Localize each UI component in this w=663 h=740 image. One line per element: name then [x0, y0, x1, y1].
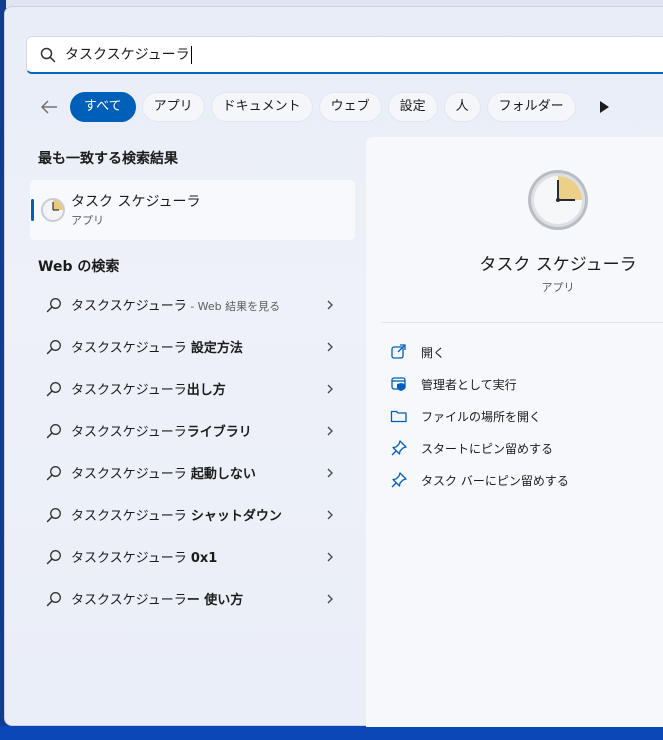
back-arrow-icon — [41, 100, 57, 114]
divider — [381, 322, 663, 323]
best-match-app-name: タスク スケジューラ — [71, 194, 201, 210]
filter-folders[interactable]: フォルダー — [486, 92, 576, 122]
web-suggestion[interactable]: タスクスケジューラー 使い方 — [30, 578, 355, 620]
web-suggestion[interactable]: タスクスケジューラ 起動しない — [30, 452, 355, 494]
web-suggestion-label: タスクスケジューラライブラリ — [71, 425, 252, 440]
best-match-heading: 最も一致する検索結果 — [38, 151, 178, 167]
app-detail-pane: タスク スケジューラ アプリ 開く 管理者として実行 ファイルの場所を開く スタ… — [366, 137, 663, 727]
action-label: タスク バーにピン留めする — [421, 474, 569, 488]
detail-app-type: アプリ — [541, 281, 575, 294]
more-filters-button[interactable] — [592, 92, 616, 122]
web-suggestion[interactable]: タスクスケジューラ出し方 — [30, 368, 355, 410]
action-label: 開く — [421, 346, 446, 360]
best-match-result[interactable]: タスク スケジューラ アプリ — [30, 180, 355, 240]
filter-documents[interactable]: ドキュメント — [210, 92, 313, 122]
chevron-right-icon — [325, 339, 335, 355]
task-scheduler-icon — [40, 197, 66, 223]
folder-icon — [390, 407, 408, 425]
web-suggestion-label: タスクスケジューラ 起動しない — [71, 467, 256, 482]
web-suggestion[interactable]: タスクスケジューラ - Web 結果を見る — [30, 284, 355, 326]
chevron-right-icon — [325, 465, 335, 481]
filter-web[interactable]: ウェブ — [318, 92, 382, 122]
web-search-heading: Web の検索 — [38, 259, 120, 275]
chevron-right-icon — [325, 507, 335, 523]
play-icon — [599, 101, 609, 113]
chevron-right-icon — [325, 381, 335, 397]
search-icon — [46, 465, 62, 481]
pin-icon — [390, 439, 408, 457]
back-button[interactable] — [34, 92, 64, 122]
action-label: スタートにピン留めする — [421, 442, 554, 456]
web-suggestion-label: タスクスケジューラ シャットダウン — [71, 509, 282, 524]
search-icon — [46, 339, 62, 355]
search-icon — [46, 423, 62, 439]
chevron-right-icon — [325, 297, 335, 313]
chevron-right-icon — [325, 423, 335, 439]
chevron-right-icon — [325, 591, 335, 607]
web-suggestion-label: タスクスケジューラ出し方 — [71, 383, 226, 398]
task-scheduler-large-icon — [526, 168, 590, 232]
web-search-list: タスクスケジューラ - Web 結果を見る タスクスケジューラ 設定方法 タスク… — [30, 284, 355, 620]
search-icon — [46, 507, 62, 523]
web-suggestion-label: タスクスケジューラ - Web 結果を見る — [71, 299, 281, 314]
open-icon — [390, 343, 408, 361]
filter-bar: すべて アプリ ドキュメント ウェブ 設定 人 フォルダー — [34, 91, 616, 123]
search-icon — [46, 591, 62, 607]
action-label: 管理者として実行 — [421, 378, 517, 392]
selection-indicator — [31, 199, 34, 221]
taskbar-edge — [0, 726, 663, 740]
search-box[interactable]: タスクスケジューラ — [26, 36, 663, 74]
web-suggestion-label: タスクスケジューラ 設定方法 — [71, 341, 243, 356]
web-suggestion[interactable]: タスクスケジューラライブラリ — [30, 410, 355, 452]
run-as-admin-icon — [390, 375, 408, 393]
filter-apps[interactable]: アプリ — [141, 92, 205, 122]
search-icon — [46, 381, 62, 397]
filter-people[interactable]: 人 — [443, 92, 481, 122]
action-label: ファイルの場所を開く — [421, 410, 542, 424]
search-icon — [40, 47, 56, 63]
pin-icon — [390, 471, 408, 489]
text-caret — [190, 46, 192, 64]
chevron-right-icon — [325, 549, 335, 565]
search-icon — [46, 549, 62, 565]
web-suggestion[interactable]: タスクスケジューラ シャットダウン — [30, 494, 355, 536]
web-suggestion-label: タスクスケジューラー 使い方 — [71, 593, 244, 608]
search-icon — [46, 297, 62, 313]
web-suggestion[interactable]: タスクスケジューラ 0x1 — [30, 536, 355, 578]
best-match-app-type: アプリ — [71, 214, 104, 227]
web-suggestion[interactable]: タスクスケジューラ 設定方法 — [30, 326, 355, 368]
search-input[interactable]: タスクスケジューラ — [65, 45, 192, 65]
filter-all[interactable]: すべて — [70, 92, 136, 122]
web-suggestion-label: タスクスケジューラ 0x1 — [71, 551, 218, 566]
filter-settings[interactable]: 設定 — [387, 92, 438, 122]
detail-app-name: タスク スケジューラ — [479, 255, 637, 275]
